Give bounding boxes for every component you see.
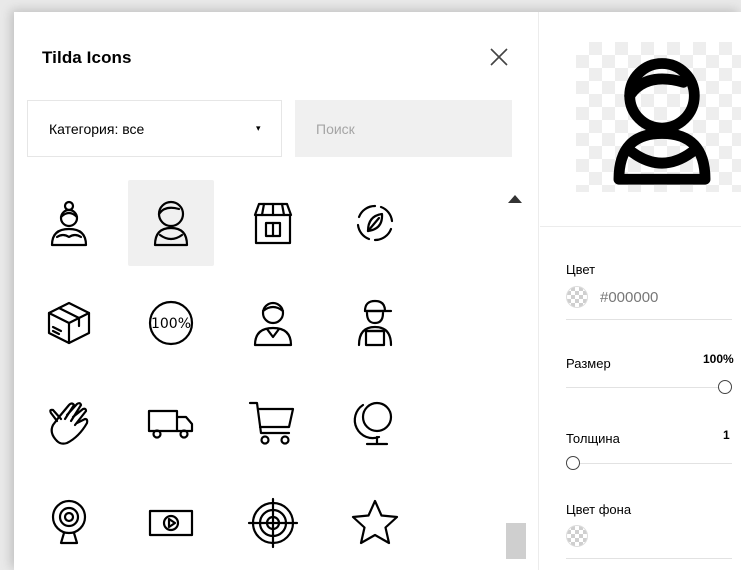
icon-cell[interactable] — [26, 180, 112, 266]
scrollbar-thumb[interactable] — [506, 523, 526, 559]
close-button[interactable] — [484, 42, 514, 72]
star-icon — [351, 499, 399, 545]
thickness-slider-track[interactable] — [566, 463, 732, 464]
divider — [566, 558, 732, 559]
hand-icon — [49, 402, 89, 445]
thickness-value: 1 — [723, 428, 730, 442]
100-percent-icon: 100% — [148, 300, 194, 346]
size-value: 100% — [703, 352, 734, 366]
shopping-cart-icon — [248, 401, 295, 445]
search-input[interactable] — [295, 100, 512, 157]
woman-icon — [50, 200, 88, 247]
bg-color-swatch[interactable] — [566, 525, 588, 547]
thickness-label: Толщина — [566, 431, 620, 446]
package-box-icon — [47, 301, 91, 345]
icon-cell[interactable] — [26, 380, 112, 466]
delivery-truck-icon — [147, 409, 194, 439]
target-icon — [247, 497, 299, 549]
size-slider-track[interactable] — [566, 387, 732, 388]
courier-man-icon — [357, 299, 393, 347]
category-dropdown-label: Категория: все — [49, 120, 145, 137]
icon-cell[interactable] — [128, 480, 214, 566]
icon-library-panel: Tilda Icons Категория: все ▾ Поиск 100% — [14, 12, 539, 570]
dialog-title: Tilda Icons — [42, 48, 132, 67]
chevron-down-icon: ▾ — [256, 123, 261, 133]
icon-picker-dialog: Tilda Icons Категория: все ▾ Поиск 100% … — [14, 12, 741, 570]
shop-icon — [253, 202, 293, 245]
scroll-up-arrow-icon[interactable] — [508, 195, 522, 203]
globe-icon — [353, 401, 393, 446]
icon-cell[interactable] — [332, 480, 418, 566]
man-icon — [253, 301, 293, 347]
size-label: Размер — [566, 356, 611, 371]
icon-cell-selected[interactable] — [128, 180, 214, 266]
icon-cell[interactable] — [26, 480, 112, 566]
icon-cell[interactable] — [230, 280, 316, 366]
bg-color-label: Цвет фона — [566, 502, 632, 517]
icon-grid: 100% — [26, 180, 496, 570]
thickness-slider-knob[interactable] — [566, 456, 580, 470]
icon-cell[interactable] — [230, 380, 316, 466]
size-slider-knob[interactable] — [718, 380, 732, 394]
scrollbar[interactable] — [504, 187, 526, 570]
color-label: Цвет — [566, 262, 596, 277]
icon-cell[interactable] — [230, 480, 316, 566]
category-dropdown[interactable]: Категория: все ▾ — [27, 100, 282, 157]
icon-cell[interactable] — [332, 380, 418, 466]
icon-preview — [576, 42, 741, 192]
video-play-icon — [148, 509, 194, 537]
icon-cell[interactable] — [128, 380, 214, 466]
percent-badge-text: 100% — [151, 316, 191, 332]
icon-cell[interactable] — [332, 180, 418, 266]
webcam-icon — [51, 499, 87, 545]
icon-cell[interactable] — [26, 280, 112, 366]
divider — [566, 319, 732, 320]
close-icon — [490, 48, 508, 66]
icon-settings-panel: Цвет #000000 Размер 100% Толщина 1 Цвет … — [540, 12, 741, 570]
color-swatch[interactable] — [566, 286, 588, 308]
icon-cell[interactable]: 100% — [128, 280, 214, 366]
icon-cell[interactable] — [230, 180, 316, 266]
eco-leaf-cycle-icon — [356, 204, 394, 242]
woman-short-hair-icon — [153, 200, 189, 247]
icon-cell[interactable] — [332, 280, 418, 366]
divider — [540, 226, 741, 227]
woman-short-hair-icon — [613, 58, 711, 185]
color-value[interactable]: #000000 — [600, 289, 658, 306]
